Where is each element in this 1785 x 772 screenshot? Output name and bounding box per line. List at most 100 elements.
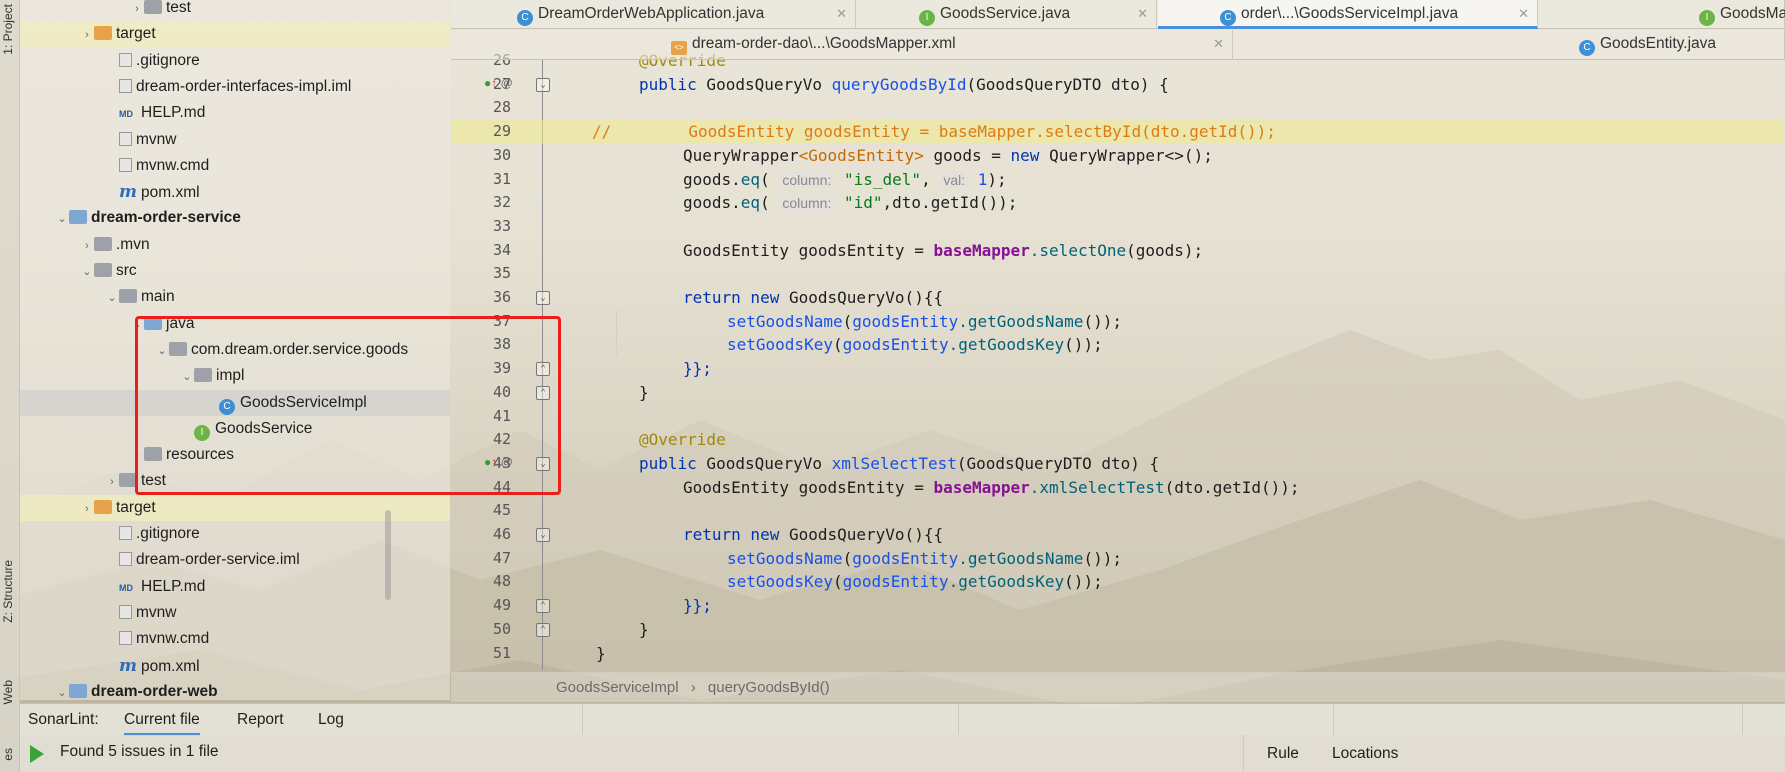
tab-report[interactable]: Report xyxy=(237,711,284,729)
tree-item-label: mvnw.cmd xyxy=(136,156,210,174)
code-text: setGoodsName(goodsEntity.getGoodsName())… xyxy=(727,548,1122,568)
expand-arrow-icon[interactable]: › xyxy=(130,0,144,22)
code-line[interactable]: 44 GoodsEntity goodsEntity = baseMapper.x… xyxy=(451,476,1785,500)
fold-marker-icon[interactable]: ⌄ xyxy=(536,77,550,92)
tab-log[interactable]: Log xyxy=(318,711,344,729)
expand-arrow-icon[interactable]: ⌄ xyxy=(55,206,69,232)
fold-marker-icon[interactable]: ⌃ xyxy=(536,599,550,614)
expand-arrow-icon[interactable]: › xyxy=(80,22,94,48)
code-line[interactable]: 42 @Override xyxy=(451,428,1785,452)
editor-tab[interactable]: I GoodsMapper.java xyxy=(1539,0,1785,29)
expand-arrow-icon[interactable]: › xyxy=(80,233,94,259)
close-icon[interactable]: ✕ xyxy=(1213,30,1224,57)
editor-tab[interactable]: C DreamOrderWebApplication.java ✕ xyxy=(451,0,856,29)
tree-item[interactable]: dream-order-interfaces-impl.iml xyxy=(20,74,450,100)
tab-current-file[interactable]: Current file xyxy=(124,711,200,736)
code-line[interactable]: 35 xyxy=(451,262,1785,286)
tree-item[interactable]: › .mvn xyxy=(20,232,450,258)
annotation-icon[interactable]: @ xyxy=(501,76,513,90)
favorites-tool-tab[interactable]: es xyxy=(1,748,15,761)
editor-tab[interactable]: <> dream-order-dao\...\GoodsMapper.xml ✕ xyxy=(451,30,1233,60)
tree-item-label: main xyxy=(141,288,175,306)
code-text: }}; xyxy=(683,359,712,379)
code-line[interactable]: 38 setGoodsKey(goodsEntity.getGoodsKey())… xyxy=(451,333,1785,357)
left-tool-strip: 1: Project Z: Structure Web es xyxy=(0,0,20,772)
code-line[interactable]: 34 GoodsEntity goodsEntity = baseMapper.s… xyxy=(451,239,1785,263)
tree-item[interactable]: ⌄ main xyxy=(20,284,450,310)
fold-marker-icon[interactable]: ⌃ xyxy=(536,622,550,637)
editor-tabs-row-2: <> dream-order-dao\...\GoodsMapper.xml ✕ C G… xyxy=(451,30,1785,60)
code-line[interactable]: 51} xyxy=(451,642,1785,666)
editor-tab-label: GoodsEntity.java xyxy=(1600,35,1717,52)
file-icon xyxy=(119,157,132,172)
breadcrumb-separator: › xyxy=(690,679,696,696)
tree-item[interactable]: mvnw xyxy=(20,600,450,626)
tree-item[interactable]: mvnw xyxy=(20,127,450,153)
line-number: 48 xyxy=(492,572,511,591)
code-line[interactable]: 37 setGoodsName(goodsEntity.getGoodsName(… xyxy=(451,310,1785,334)
run-analysis-icon[interactable] xyxy=(30,745,44,763)
code-line[interactable]: 28 xyxy=(451,96,1785,120)
code-line[interactable]: 45 xyxy=(451,499,1785,523)
code-line[interactable]: 40} xyxy=(451,381,1785,405)
tree-item[interactable]: ⌄ src xyxy=(20,258,450,284)
column-rule[interactable]: Rule xyxy=(1267,745,1299,763)
close-icon[interactable]: ✕ xyxy=(836,0,847,27)
class-icon: C xyxy=(1579,40,1595,56)
tree-item[interactable]: MD HELP.md xyxy=(20,100,450,126)
code-line[interactable]: 29 // GoodsEntity goodsEntity = baseMappe… xyxy=(451,120,1784,144)
code-line[interactable]: 32 goods.eq( column: "id",dto.getId()); xyxy=(451,191,1785,215)
sonarlint-tabbar: SonarLint: Current file Report Log xyxy=(20,703,1785,736)
close-icon[interactable]: ✕ xyxy=(1137,0,1148,27)
tree-item[interactable]: m pom.xml xyxy=(20,653,450,679)
expand-arrow-icon[interactable]: ⌄ xyxy=(105,285,119,311)
code-line[interactable]: 27 public GoodsQueryVo queryGoodsById(Goo… xyxy=(451,73,1785,97)
line-number: 35 xyxy=(492,264,511,283)
tree-item[interactable]: ⌄ dream-order-web xyxy=(20,679,450,700)
code-editor[interactable]: 26 @Override 27 public GoodsQueryVo queryGo… xyxy=(451,51,1785,670)
expand-arrow-icon[interactable]: › xyxy=(80,496,94,522)
web-tool-tab[interactable]: Web xyxy=(1,680,15,704)
tree-item[interactable]: .gitignore xyxy=(20,48,450,74)
code-line[interactable]: 36 return new GoodsQueryVo(){{ xyxy=(451,286,1785,310)
column-locations[interactable]: Locations xyxy=(1332,745,1398,763)
expand-arrow-icon[interactable]: ⌄ xyxy=(80,259,94,285)
expand-arrow-icon[interactable]: › xyxy=(105,469,119,495)
tree-item[interactable]: › test xyxy=(20,0,450,21)
code-line[interactable]: 39}}; xyxy=(451,357,1785,381)
tree-item[interactable]: › target xyxy=(20,21,450,48)
code-line[interactable]: 47 setGoodsName(goodsEntity.getGoodsName(… xyxy=(451,547,1785,571)
breadcrumb-class[interactable]: GoodsServiceImpl xyxy=(556,679,679,696)
code-line[interactable]: 30 QueryWrapper<GoodsEntity> goods = new … xyxy=(451,144,1785,168)
line-number: 47 xyxy=(492,548,511,567)
code-line[interactable]: 50} xyxy=(451,618,1785,642)
structure-tool-tab[interactable]: Z: Structure xyxy=(1,560,15,623)
breadcrumb-method[interactable]: queryGoodsById() xyxy=(708,679,830,696)
code-text: QueryWrapper<GoodsEntity> goods = new Qu… xyxy=(683,145,1213,165)
editor-tab[interactable]: I GoodsService.java ✕ xyxy=(857,0,1157,29)
expand-arrow-icon[interactable]: ⌄ xyxy=(55,680,69,700)
code-line[interactable]: 46 return new GoodsQueryVo(){{ xyxy=(451,523,1785,547)
code-line[interactable]: 33 xyxy=(451,215,1785,239)
override-arrow-icon[interactable]: ↑ xyxy=(491,76,497,90)
code-line[interactable]: 49}}; xyxy=(451,594,1785,618)
fold-marker-icon[interactable]: ⌄ xyxy=(536,291,550,305)
code-line[interactable]: 48 setGoodsKey(goodsEntity.getGoodsKey())… xyxy=(451,570,1785,594)
project-tool-tab[interactable]: 1: Project xyxy=(1,4,15,55)
fold-marker-icon[interactable]: ⌄ xyxy=(536,528,550,542)
tree-item[interactable]: ⌄ dream-order-service xyxy=(20,205,450,231)
tree-item[interactable]: mvnw.cmd xyxy=(20,626,450,652)
code-line[interactable]: 43 public GoodsQueryVo xmlSelectTest(Good… xyxy=(451,452,1785,476)
editor-tab[interactable]: Corder\...\GoodsServiceImpl.java ✕ xyxy=(1158,0,1538,29)
file-icon xyxy=(119,552,132,567)
code-line[interactable]: 31 goods.eq( column: "is_del", val: 1); xyxy=(451,168,1785,192)
tree-item[interactable]: m pom.xml xyxy=(20,179,450,205)
editor-tab[interactable]: C GoodsEntity.java xyxy=(1234,30,1785,60)
code-line[interactable]: 41 xyxy=(451,405,1785,429)
class-icon: C xyxy=(1220,10,1236,26)
close-icon[interactable]: ✕ xyxy=(1518,0,1529,27)
tree-item[interactable]: mvnw.cmd xyxy=(20,153,450,179)
xml-file-icon: <> xyxy=(671,41,687,55)
tree-scrollbar[interactable] xyxy=(385,510,391,600)
code-text: setGoodsKey(goodsEntity.getGoodsKey()); xyxy=(727,335,1103,355)
